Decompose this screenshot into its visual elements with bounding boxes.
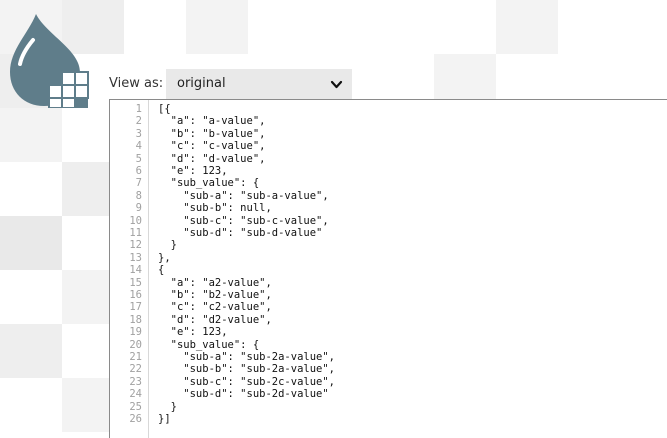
code-line: "sub-b": "sub-2a-value", [158,363,336,376]
background-tile [496,0,558,54]
line-number: 15 [129,276,142,289]
line-number: 10 [129,214,142,227]
line-number: 7 [135,177,142,190]
line-number: 11 [129,227,142,239]
code-line: "b": "b2-value", [158,289,272,301]
line-number: 2 [135,115,142,128]
view-as-label: View as: [109,76,164,91]
code-line: { [158,264,165,277]
line-number: 25 [129,400,142,413]
line-number: 6 [135,165,142,177]
background-tile [0,216,62,270]
code-line: } [158,239,177,252]
line-number: 23 [129,375,142,388]
page-background: View as: original 1 2 3 4 5 6 7 8 9 10 11 12 13 14 15 1… [0,0,667,438]
line-number: 26 [129,413,142,425]
line-number: 22 [129,363,142,376]
line-number: 16 [129,289,142,301]
code-line: "sub-d": "sub-2d-value" [158,388,329,401]
line-number: 18 [129,313,142,326]
code-line: [{ [158,103,171,115]
line-number: 14 [129,264,142,277]
water-drop-logo-icon [10,14,89,108]
code-line: "d": "d-value", [158,152,266,165]
code-line: "d": "d2-value", [158,313,272,326]
code-line: "a": "a-value", [158,115,266,128]
chevron-down-icon [330,80,343,89]
line-number: 3 [135,127,142,140]
line-number: 24 [129,388,142,401]
line-number: 5 [135,152,142,165]
code-line: "c": "c2-value", [158,301,272,314]
line-number: 21 [129,351,142,363]
code-line: "sub_value": { [158,177,260,190]
code-line: "sub-a": "sub-2a-value", [158,351,336,363]
line-number: 20 [129,338,142,351]
line-number: 12 [129,239,142,252]
view-mode-value: original [177,76,226,91]
line-number: 13 [129,251,142,264]
code-line: "e": 123, [158,165,228,177]
code-line: "sub_value": { [158,338,260,351]
line-number: 17 [129,301,142,314]
line-number: 8 [135,189,142,202]
code-line: "sub-a": "sub-a-value", [158,189,329,202]
background-tile [0,324,62,378]
code-line: }, [158,251,171,264]
code-line: "sub-c": "sub-c-value", [158,214,329,227]
code-viewer[interactable]: 1 2 3 4 5 6 7 8 9 10 11 12 13 14 15 16 17 18 19 20 21 22 23 24 2… [109,99,667,438]
code-line: "sub-d": "sub-d-value" [158,227,323,239]
line-number: 19 [129,326,142,339]
line-number-gutter: 1 2 3 4 5 6 7 8 9 10 11 12 13 14 15 16 17 18 19 20 21 22 23 24 2… [110,100,149,438]
code-line: "b": "b-value", [158,127,266,140]
code-line: "e": 123, [158,326,228,339]
code-line: }] [158,413,171,425]
line-number: 4 [135,140,142,153]
background-tile [0,108,62,162]
view-mode-select[interactable]: original [166,69,352,99]
line-number: 1 [135,103,142,115]
code-line: "sub-c": "sub-2c-value", [158,375,336,388]
code-line: } [158,400,177,413]
code-line: "a": "a2-value", [158,276,272,289]
code-line: "c": "c-value", [158,140,266,153]
background-tile [186,0,248,54]
line-number: 9 [135,202,142,215]
code-line: "sub-b": null, [158,202,272,215]
